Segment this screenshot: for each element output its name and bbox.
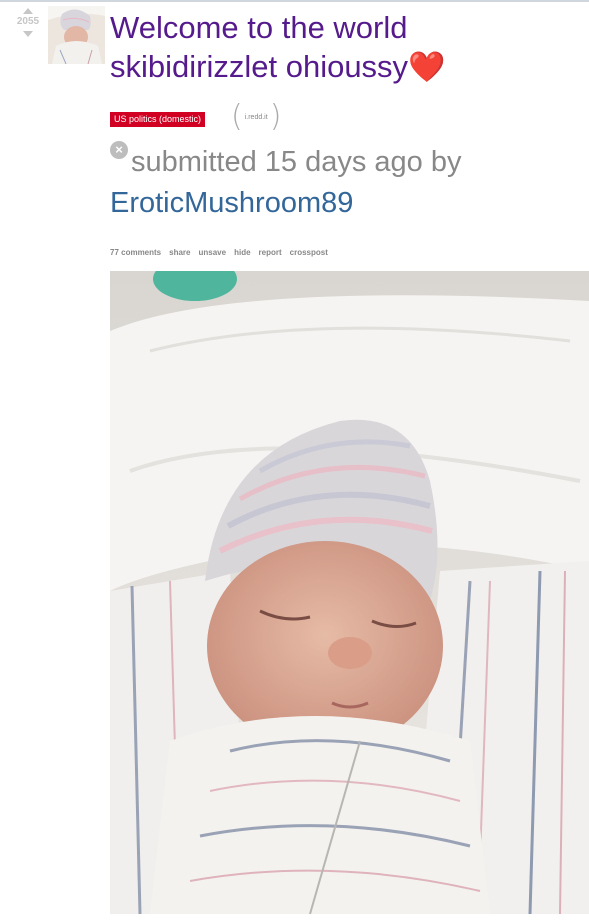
- close-paren: ): [269, 99, 282, 134]
- share-button[interactable]: share: [169, 248, 190, 257]
- post-title-text[interactable]: Welcome to the world skibidirizzlet ohio…: [110, 10, 408, 84]
- unsave-button[interactable]: unsave: [199, 248, 227, 257]
- post-buttons: 77 comments share unsave hide report cro…: [110, 248, 328, 257]
- hide-button[interactable]: hide: [234, 248, 250, 257]
- heart-emoji: ❤️: [408, 51, 446, 84]
- close-circle-icon[interactable]: ×: [110, 141, 128, 159]
- author-link[interactable]: EroticMushroom89: [110, 187, 353, 219]
- up-arrow-icon[interactable]: [23, 8, 33, 14]
- crosspost-button[interactable]: crosspost: [290, 248, 328, 257]
- tagline-prefix: submitted 15 days ago by: [131, 146, 462, 178]
- post-title[interactable]: Welcome to the world skibidirizzlet ohio…: [110, 8, 580, 87]
- open-paren: (: [231, 99, 243, 134]
- post-flair[interactable]: US politics (domestic): [110, 112, 206, 127]
- post-thumbnail[interactable]: [48, 6, 105, 64]
- vote-column: 2055: [14, 8, 42, 37]
- post-domain: ( i.redd.it ): [231, 102, 281, 132]
- report-button[interactable]: report: [259, 248, 282, 257]
- comments-button[interactable]: 77 comments: [110, 248, 161, 257]
- post-image[interactable]: [110, 271, 589, 914]
- top-divider: [0, 0, 589, 2]
- down-arrow-icon[interactable]: [23, 31, 33, 37]
- domain-link[interactable]: i.redd.it: [243, 114, 270, 121]
- vote-score: 2055: [16, 16, 40, 27]
- post-tagline: × submitted 15 days ago by EroticMushroom…: [110, 141, 580, 224]
